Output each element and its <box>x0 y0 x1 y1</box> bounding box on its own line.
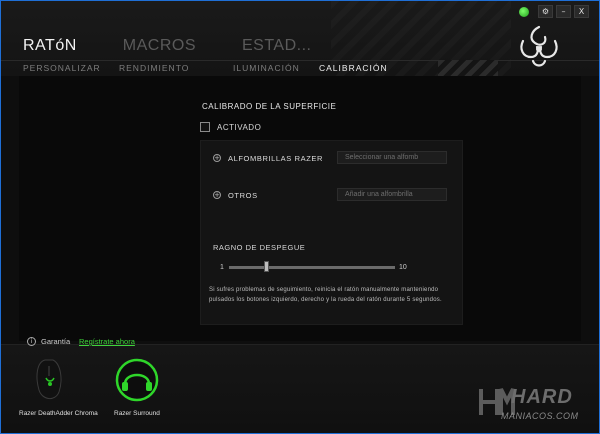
razer-logo-icon <box>520 25 558 67</box>
enable-checkbox-label: ACTIVADO <box>217 123 262 132</box>
lift-off-min: 1 <box>220 264 224 271</box>
device-deathadder-label: Razer DeathAdder Chroma <box>19 410 98 417</box>
enable-checkbox[interactable] <box>200 122 210 132</box>
device-surround-label: Razer Surround <box>114 410 160 417</box>
minimize-button[interactable]: – <box>556 5 571 18</box>
expand-razer-mats-icon[interactable]: + <box>213 154 221 162</box>
subtab-customize[interactable]: PERSONALIZAR <box>23 63 101 73</box>
help-text: Si sufres problemas de seguimiento, rein… <box>209 287 442 303</box>
warranty-label: Garantía <box>41 337 71 346</box>
tab-mouse[interactable]: RATóN <box>23 37 77 55</box>
synapse-window: ⚙ – X RATóN MACROS ESTAD... PERSONALIZAR… <box>0 0 600 434</box>
others-label: OTROS <box>228 191 258 200</box>
info-icon: i <box>27 337 36 346</box>
settings-button[interactable]: ⚙ <box>538 5 553 18</box>
watermark-title: HARD <box>511 386 573 408</box>
main-tabs: RATóN MACROS ESTAD... <box>23 37 312 55</box>
lift-off-slider-thumb[interactable] <box>263 261 269 272</box>
expand-others-icon[interactable]: + <box>213 191 221 199</box>
razer-mats-label: ALFOMBRILLAS RAZER <box>228 154 323 163</box>
sub-tabs: PERSONALIZAR RENDIMIENTO ILUMINACIÓN CAL… <box>1 60 599 76</box>
tab-macros[interactable]: MACROS <box>123 37 196 55</box>
close-button[interactable]: X <box>574 5 589 18</box>
add-mat-field[interactable]: Añadir una alfombrilla <box>337 188 447 201</box>
lift-off-title: RAGNO DE DESPEGUE <box>213 243 306 252</box>
headset-icon[interactable] <box>97 356 177 406</box>
mouse-icon[interactable] <box>15 356 95 406</box>
status-icon[interactable] <box>519 6 529 17</box>
subtab-lighting[interactable]: ILUMINACIÓN <box>233 63 300 73</box>
register-link[interactable]: Regístrate ahora <box>79 337 135 346</box>
watermark-subtitle: MANIACOS.COM <box>501 411 579 421</box>
tab-stats[interactable]: ESTAD... <box>242 37 312 55</box>
subtab-calibration[interactable]: CALIBRACIÓN <box>319 63 388 73</box>
lift-off-max: 10 <box>399 264 407 271</box>
lift-off-slider-track[interactable] <box>229 266 395 269</box>
section-title: CALIBRADO DE LA SUPERFICIE <box>202 102 337 111</box>
subtab-performance[interactable]: RENDIMIENTO <box>119 63 189 73</box>
window-controls: ⚙ – X <box>519 5 589 18</box>
select-mat-field[interactable]: Seleccionar una alfomb <box>337 151 447 164</box>
chevron-decoration <box>438 60 498 76</box>
